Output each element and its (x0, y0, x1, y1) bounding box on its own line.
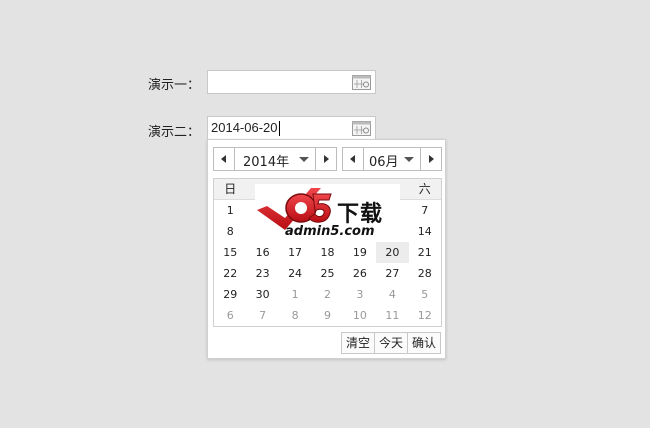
day-cell[interactable]: 8 (214, 221, 246, 242)
day-cell[interactable]: 9 (311, 305, 343, 326)
today-button[interactable]: 今天 (373, 333, 407, 353)
day-cell[interactable]: 14 (409, 221, 441, 242)
admin5-watermark: 下载 admin5.com (255, 184, 400, 241)
date-input-1[interactable] (207, 70, 376, 94)
day-cell[interactable]: 25 (311, 263, 343, 284)
day-cell[interactable]: 19 (344, 242, 376, 263)
date-input-2[interactable]: 2014-06-20 (207, 116, 376, 140)
day-cell[interactable]: 8 (279, 305, 311, 326)
day-cell[interactable]: 23 (246, 263, 278, 284)
day-cell[interactable]: 5 (409, 284, 441, 305)
day-cell[interactable]: 29 (214, 284, 246, 305)
month-value: 06月 (369, 155, 399, 170)
field1-label: 演示一： (148, 78, 201, 93)
day-cell[interactable]: 15 (214, 242, 246, 263)
watermark-site: admin5.com (285, 224, 375, 239)
month-selector: 06月 (342, 147, 442, 171)
calendar-icon[interactable] (352, 75, 371, 90)
text-cursor (278, 121, 280, 137)
year-dropdown[interactable]: 2014年 (235, 148, 315, 170)
day-cell[interactable]: 22 (214, 263, 246, 284)
field2-label: 演示二： (148, 125, 201, 140)
footer-buttons: 清空 今天 确认 (340, 332, 441, 354)
calendar-icon[interactable] (352, 121, 371, 136)
month-dropdown[interactable]: 06月 (364, 148, 420, 170)
day-cell[interactable]: 7 (409, 200, 441, 221)
day-cell[interactable]: 10 (344, 305, 376, 326)
triangle-left-icon (221, 155, 226, 163)
triangle-down-icon (299, 157, 309, 162)
day-cell[interactable]: 30 (246, 284, 278, 305)
day-cell[interactable]: 17 (279, 242, 311, 263)
day-cell[interactable]: 24 (279, 263, 311, 284)
day-cell[interactable]: 16 (246, 242, 278, 263)
day-cell[interactable]: 1 (214, 200, 246, 221)
next-year-button[interactable] (315, 148, 336, 170)
prev-month-button[interactable] (343, 148, 364, 170)
date-picker-popup: 2014年 06月 日一二三四五六 1234567891011121314151… (207, 139, 446, 359)
day-cell[interactable]: 11 (376, 305, 408, 326)
prev-year-button[interactable] (214, 148, 235, 170)
day-cell[interactable]: 26 (344, 263, 376, 284)
triangle-left-icon (350, 155, 355, 163)
day-cell[interactable]: 6 (214, 305, 246, 326)
day-cell[interactable]: 18 (311, 242, 343, 263)
day-cell[interactable]: 28 (409, 263, 441, 284)
weekday-label: 日 (224, 182, 237, 196)
day-cell[interactable]: 12 (409, 305, 441, 326)
day-cell[interactable]: 1 (279, 284, 311, 305)
day-cell[interactable]: 3 (344, 284, 376, 305)
date-input-2-value: 2014-06-20 (211, 120, 280, 137)
triangle-down-icon (404, 157, 414, 162)
year-value: 2014年 (243, 155, 290, 170)
day-cell[interactable]: 7 (246, 305, 278, 326)
clear-button[interactable]: 清空 (341, 333, 374, 353)
day-cell-selected[interactable]: 20 (376, 242, 409, 263)
weekday-label: 六 (418, 182, 431, 196)
day-cell[interactable]: 4 (376, 284, 408, 305)
day-cell[interactable]: 27 (376, 263, 408, 284)
year-selector: 2014年 (213, 147, 337, 171)
next-month-button[interactable] (420, 148, 441, 170)
day-cell[interactable]: 2 (311, 284, 343, 305)
triangle-right-icon (429, 155, 434, 163)
day-cell[interactable]: 21 (409, 242, 441, 263)
confirm-button[interactable]: 确认 (406, 333, 440, 353)
triangle-right-icon (324, 155, 329, 163)
